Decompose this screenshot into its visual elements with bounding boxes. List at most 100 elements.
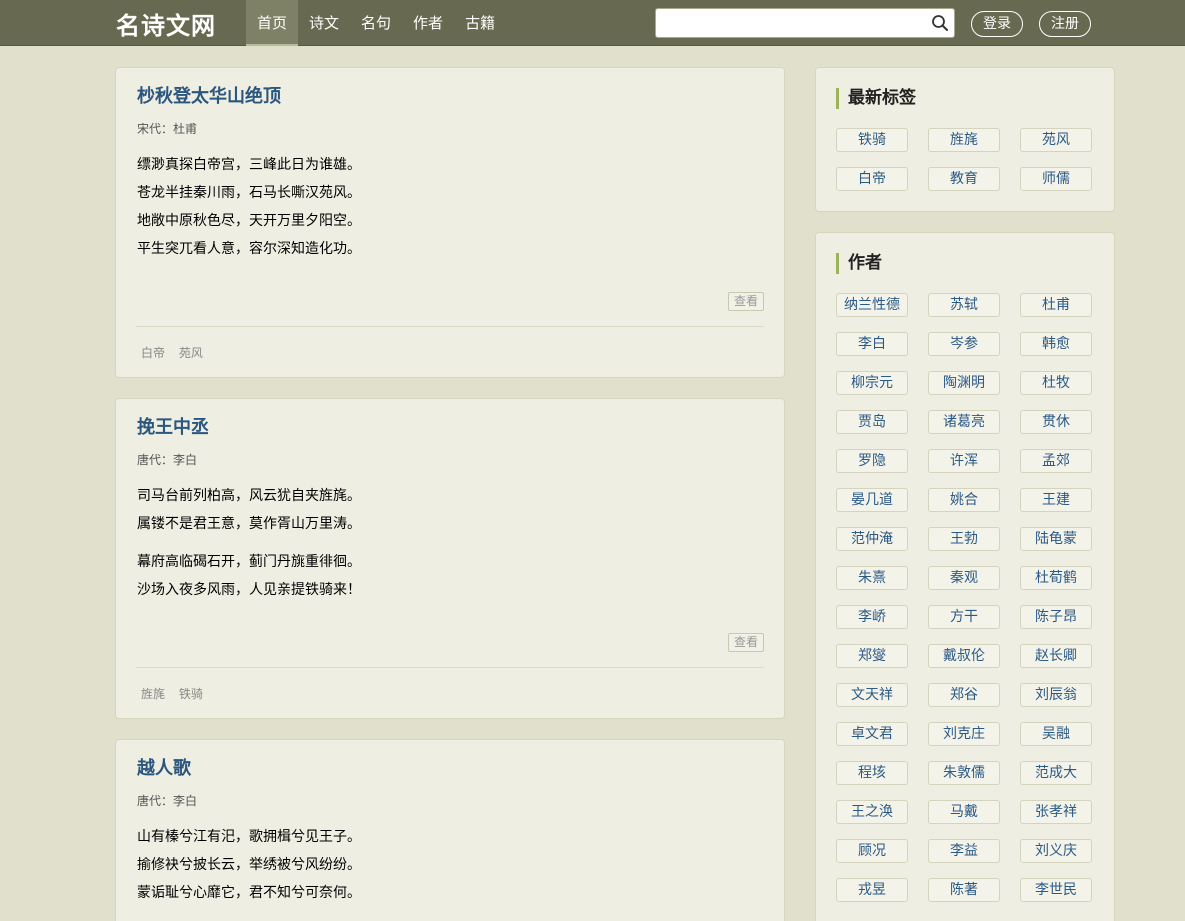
author-chip[interactable]: 马戴 bbox=[928, 800, 1000, 824]
author-chip[interactable]: 吴融 bbox=[1020, 722, 1092, 746]
author-chip[interactable]: 顾况 bbox=[836, 839, 908, 863]
poem-line: 缥渺真探白帝宫，三峰此日为谁雄。 bbox=[137, 157, 361, 173]
poem-line: 幕府高临碣石开，蓟门丹旐重徘徊。 bbox=[137, 554, 361, 570]
author-chip[interactable]: 姚合 bbox=[928, 488, 1000, 512]
tag-chip[interactable]: 旌旄 bbox=[928, 128, 1000, 152]
poem-tag[interactable]: 旌旄 bbox=[141, 687, 165, 701]
poem-stanza: 幕府高临碣石开，蓟门丹旐重徘徊。 沙场入夜多风雨，人见亲提铁骑来！ bbox=[137, 548, 361, 604]
card-divider bbox=[136, 326, 764, 327]
author-chip[interactable]: 方干 bbox=[928, 605, 1000, 629]
search-box bbox=[655, 8, 955, 38]
poem-source: 唐代：李白 bbox=[137, 794, 198, 808]
author-chip[interactable]: 杜荀鹤 bbox=[1020, 566, 1092, 590]
poem-body: 司马台前列柏高，风云犹自夹旌旄。 属镂不是君王意，莫作胥山万里涛。 幕府高临碣石… bbox=[137, 482, 361, 604]
author-chip[interactable]: 陶渊明 bbox=[928, 371, 1000, 395]
author-chip[interactable]: 许浑 bbox=[928, 449, 1000, 473]
tag-chip[interactable]: 师儒 bbox=[1020, 167, 1092, 191]
poem-tag[interactable]: 苑风 bbox=[179, 346, 203, 360]
poem-tags: 白帝 苑风 bbox=[141, 344, 213, 361]
author-chip[interactable]: 柳宗元 bbox=[836, 371, 908, 395]
author-chip[interactable]: 戴叔伦 bbox=[928, 644, 1000, 668]
poem-stanza: 山有榛兮江有汜，歌拥楫兮见王子。 揄修袂兮披长云，举绣被兮风纷纷。 蒙诟耻兮心靡… bbox=[137, 823, 361, 907]
poem-title[interactable]: 越人歌 bbox=[137, 754, 191, 780]
poem-tag[interactable]: 铁骑 bbox=[179, 687, 203, 701]
nav-item-poems[interactable]: 诗文 bbox=[298, 0, 350, 46]
poem-line: 蒙诟耻兮心靡它，君不知兮可奈何。 bbox=[137, 885, 361, 901]
poem-line: 平生突兀看人意，容尔深知造化功。 bbox=[137, 241, 361, 257]
author-chip[interactable]: 李峤 bbox=[836, 605, 908, 629]
author-grid: 纳兰性德 苏轼 杜甫李白 岑参 韩愈柳宗元 陶渊明 杜牧贾岛 诸葛亮 贯休罗隐 许浑 孟郊晏几道 姚合… bbox=[836, 293, 1096, 902]
author-chip[interactable]: 贾岛 bbox=[836, 410, 908, 434]
poem-card: 杪秋登太华山绝顶 宋代：杜甫 缥渺真探白帝宫，三峰此日为谁雄。 苍龙半挂秦川雨，… bbox=[115, 67, 785, 378]
nav-item-home[interactable]: 首页 bbox=[246, 0, 299, 46]
author-chip[interactable]: 范成大 bbox=[1020, 761, 1092, 785]
author-chip[interactable]: 王建 bbox=[1020, 488, 1092, 512]
author-chip[interactable]: 诸葛亮 bbox=[928, 410, 1000, 434]
author-chip[interactable]: 刘辰翁 bbox=[1020, 683, 1092, 707]
search-input[interactable] bbox=[656, 9, 926, 37]
author-chip[interactable]: 陆龟蒙 bbox=[1020, 527, 1092, 551]
author-chip[interactable]: 李白 bbox=[836, 332, 908, 356]
author-chip[interactable]: 贯休 bbox=[1020, 410, 1092, 434]
poem-line: 地敞中原秋色尽，天开万里夕阳空。 bbox=[137, 213, 361, 229]
poem-source: 唐代：李白 bbox=[137, 453, 198, 467]
poem-stanza: 缥渺真探白帝宫，三峰此日为谁雄。 苍龙半挂秦川雨，石马长嘶汉苑风。 地敞中原秋色… bbox=[137, 151, 361, 263]
latest-tags-title: 最新标签 bbox=[836, 88, 916, 109]
view-button[interactable]: 查看 bbox=[728, 292, 764, 311]
poem-line: 属镂不是君王意，莫作胥山万里涛。 bbox=[137, 516, 361, 532]
author-chip[interactable]: 卓文君 bbox=[836, 722, 908, 746]
author-chip[interactable]: 文天祥 bbox=[836, 683, 908, 707]
author-chip[interactable]: 李世民 bbox=[1020, 878, 1092, 902]
author-chip[interactable]: 王勃 bbox=[928, 527, 1000, 551]
latest-tags-panel: 最新标签 铁骑 旌旄 苑风 白帝 教育 师儒 bbox=[815, 67, 1115, 212]
main-nav: 首页 诗文 名句 作者 古籍 bbox=[246, 0, 506, 46]
poem-source: 宋代：杜甫 bbox=[137, 122, 198, 136]
author-chip[interactable]: 刘义庆 bbox=[1020, 839, 1092, 863]
tag-chip[interactable]: 白帝 bbox=[836, 167, 908, 191]
author-chip[interactable]: 戎昱 bbox=[836, 878, 908, 902]
poem-tag[interactable]: 白帝 bbox=[141, 346, 165, 360]
author-chip[interactable]: 陈著 bbox=[928, 878, 1000, 902]
nav-item-classics[interactable]: 古籍 bbox=[454, 0, 506, 46]
site-logo[interactable]: 名诗文网 bbox=[116, 6, 216, 41]
author-chip[interactable]: 郑燮 bbox=[836, 644, 908, 668]
author-chip[interactable]: 朱敦儒 bbox=[928, 761, 1000, 785]
poem-tags: 旌旄 铁骑 bbox=[141, 685, 213, 702]
author-chip[interactable]: 朱熹 bbox=[836, 566, 908, 590]
author-chip[interactable]: 张孝祥 bbox=[1020, 800, 1092, 824]
author-chip[interactable]: 韩愈 bbox=[1020, 332, 1092, 356]
author-chip[interactable]: 罗隐 bbox=[836, 449, 908, 473]
author-chip[interactable]: 陈子昂 bbox=[1020, 605, 1092, 629]
author-chip[interactable]: 郑谷 bbox=[928, 683, 1000, 707]
poem-line: 苍龙半挂秦川雨，石马长嘶汉苑风。 bbox=[137, 185, 361, 201]
author-chip[interactable]: 秦观 bbox=[928, 566, 1000, 590]
author-chip[interactable]: 杜牧 bbox=[1020, 371, 1092, 395]
tag-chip[interactable]: 教育 bbox=[928, 167, 1000, 191]
poem-line: 山有榛兮江有汜，歌拥楫兮见王子。 bbox=[137, 829, 361, 845]
author-chip[interactable]: 范仲淹 bbox=[836, 527, 908, 551]
poem-title[interactable]: 杪秋登太华山绝顶 bbox=[137, 82, 281, 108]
search-icon[interactable] bbox=[931, 14, 949, 32]
tag-chip[interactable]: 铁骑 bbox=[836, 128, 908, 152]
author-chip[interactable]: 纳兰性德 bbox=[836, 293, 908, 317]
author-chip[interactable]: 赵长卿 bbox=[1020, 644, 1092, 668]
nav-item-authors[interactable]: 作者 bbox=[402, 0, 454, 46]
view-button[interactable]: 查看 bbox=[728, 633, 764, 652]
register-button[interactable]: 注册 bbox=[1039, 11, 1091, 37]
author-chip[interactable]: 刘克庄 bbox=[928, 722, 1000, 746]
author-chip[interactable]: 岑参 bbox=[928, 332, 1000, 356]
login-button[interactable]: 登录 bbox=[971, 11, 1023, 37]
author-chip[interactable]: 孟郊 bbox=[1020, 449, 1092, 473]
poem-line: 沙场入夜多风雨，人见亲提铁骑来！ bbox=[137, 582, 361, 598]
poem-title[interactable]: 挽王中丞 bbox=[137, 413, 209, 439]
authors-title: 作者 bbox=[836, 253, 882, 274]
author-chip[interactable]: 程垓 bbox=[836, 761, 908, 785]
author-chip[interactable]: 王之涣 bbox=[836, 800, 908, 824]
tag-chip[interactable]: 苑风 bbox=[1020, 128, 1092, 152]
author-chip[interactable]: 杜甫 bbox=[1020, 293, 1092, 317]
author-chip[interactable]: 晏几道 bbox=[836, 488, 908, 512]
author-chip[interactable]: 苏轼 bbox=[928, 293, 1000, 317]
author-chip[interactable]: 李益 bbox=[928, 839, 1000, 863]
top-navigation-bar: 名诗文网 首页 诗文 名句 作者 古籍 登录 注册 bbox=[0, 0, 1185, 46]
nav-item-quotes[interactable]: 名句 bbox=[350, 0, 402, 46]
